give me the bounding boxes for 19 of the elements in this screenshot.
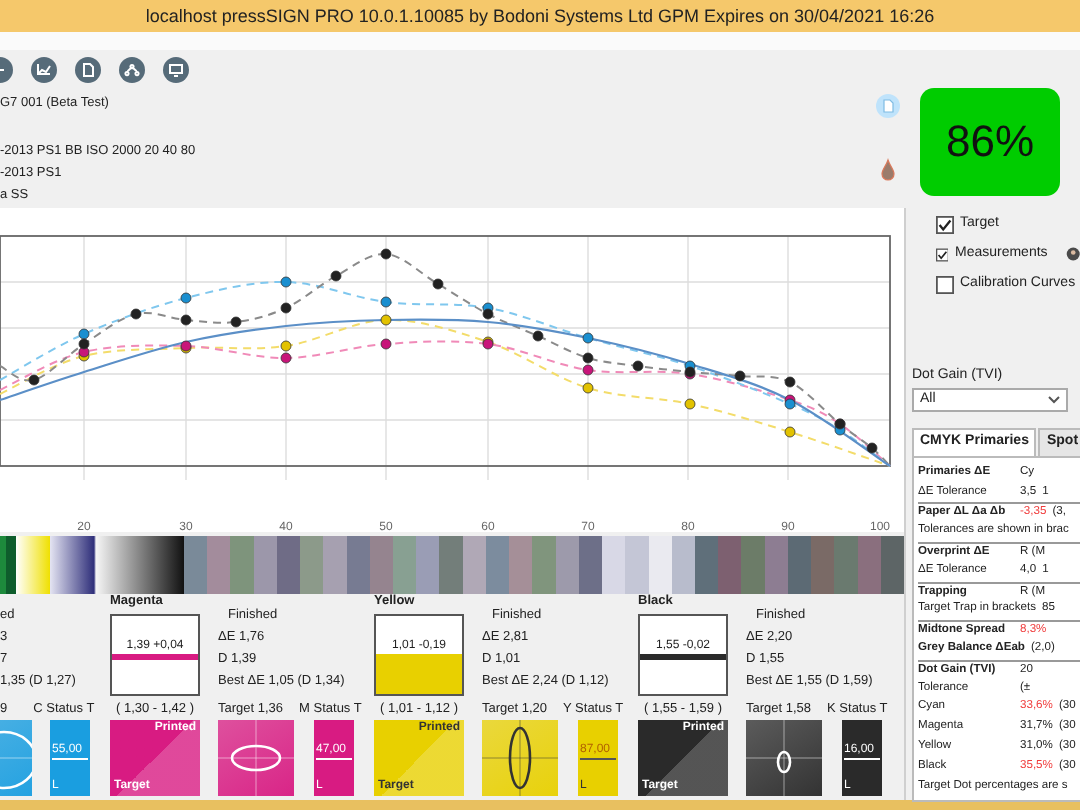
round-icon[interactable] — [1065, 244, 1080, 264]
ellipse-plot — [482, 720, 558, 796]
window-title: localhost pressSIGN PRO 10.0.1.10085 by Bodoni Systems Ltd GPM Expires on 30/04/2021 16:26 — [0, 0, 1080, 32]
checkbox[interactable] — [936, 275, 954, 293]
ellipse-plot — [218, 720, 294, 796]
drop-icon — [880, 158, 896, 182]
score-value: 86% — [920, 88, 1060, 196]
ellipse-plot — [746, 720, 822, 796]
meter-line — [112, 654, 198, 660]
checkbox[interactable] — [936, 215, 954, 233]
ellipse-plot — [0, 720, 32, 796]
meter-line — [640, 654, 726, 660]
network-icon[interactable] — [118, 56, 146, 84]
checkbox[interactable] — [936, 245, 949, 263]
meter-fill — [376, 654, 462, 694]
monitor-icon[interactable] — [162, 56, 190, 84]
caret-icon — [1048, 396, 1060, 405]
document-icon[interactable] — [74, 56, 102, 84]
chart-icon[interactable] — [30, 56, 58, 84]
